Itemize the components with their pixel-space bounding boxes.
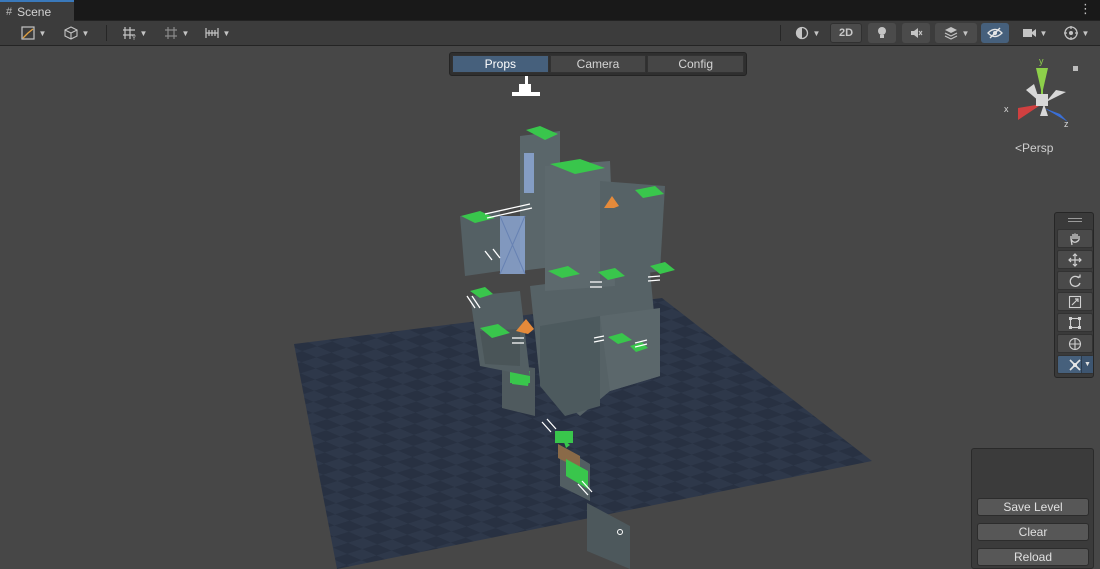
transform-tool-button[interactable]	[1057, 334, 1093, 353]
lighting-button[interactable]	[868, 23, 896, 43]
x-axis-label: x	[1004, 104, 1009, 114]
chevron-down-icon: ▼	[961, 28, 970, 38]
grid-visibility-button[interactable]: Y ▼	[116, 23, 152, 43]
draw-mode-icon	[20, 26, 35, 40]
camera-prop	[512, 76, 540, 96]
chevron-down-icon: ▼	[1039, 28, 1048, 38]
window-tab-bar: # Scene ⋮	[0, 0, 1100, 22]
z-axis-label: z	[1064, 119, 1069, 129]
chevron-down-icon: ▼	[1081, 28, 1090, 38]
hand-icon	[1070, 233, 1080, 245]
render-mode-icon	[795, 26, 808, 40]
tab-camera[interactable]: Camera	[549, 55, 647, 73]
tab-props[interactable]: Props	[452, 55, 549, 73]
scale-tool-button[interactable]	[1057, 292, 1093, 311]
increment-snap-icon	[164, 27, 177, 39]
chevron-down-icon: ▼	[222, 28, 231, 38]
chevron-down-icon: ▼	[81, 28, 90, 38]
scene-render	[294, 76, 872, 569]
rect-tool-button[interactable]	[1057, 313, 1093, 332]
draw-mode-button[interactable]: ▼	[14, 23, 52, 43]
scale-icon	[1068, 295, 1082, 308]
gizmos-button[interactable]: ▼	[1057, 23, 1095, 43]
chevron-down-icon: ▼	[812, 28, 821, 38]
y-axis-cone[interactable]	[1036, 68, 1048, 94]
chevron-down-icon: ▼	[38, 28, 47, 38]
clear-button[interactable]: Clear	[977, 523, 1089, 541]
chevron-down-icon: ▼	[139, 28, 148, 38]
toolbar-separator	[106, 25, 107, 41]
scene-tab[interactable]: # Scene	[0, 0, 74, 22]
toolbar-separator	[780, 25, 781, 41]
scene-viewport[interactable]: Props Camera Config y x z <Persp ▼	[0, 46, 1100, 569]
hash-icon: #	[6, 6, 13, 18]
scene-toolbar: ▼ ▼ Y ▼ ▼ ▼ ▼ 2D ▼ ▼ ▼	[0, 21, 1100, 46]
effects-icon	[944, 27, 957, 40]
gizmos-icon	[1063, 26, 1078, 40]
hand-tool-button[interactable]	[1057, 229, 1093, 248]
effects-button[interactable]: ▼	[935, 23, 977, 43]
rotate-tool-button[interactable]	[1057, 271, 1093, 290]
audio-button[interactable]	[902, 23, 930, 43]
grid-snap-icon: Y	[122, 27, 136, 41]
projection-label: Persp	[1022, 141, 1054, 155]
transform-icon	[1068, 337, 1082, 350]
audio-icon	[911, 28, 923, 38]
hidden-objects-button[interactable]	[981, 23, 1009, 43]
scene-tab-label: Scene	[17, 5, 52, 19]
increment-snapping-button[interactable]: ▼	[199, 23, 235, 43]
reload-button[interactable]: Reload	[977, 548, 1089, 566]
camera-button[interactable]: ▼	[1014, 23, 1054, 43]
lighting-icon	[878, 27, 886, 38]
ruler-icon	[204, 28, 219, 38]
drag-handle-icon[interactable]	[1068, 218, 1082, 222]
move-icon	[1068, 252, 1082, 267]
tools-palette: ▼	[1054, 212, 1094, 378]
y-axis-label: y	[1039, 56, 1044, 66]
hidden-objects-icon	[987, 27, 1003, 39]
save-level-button[interactable]: Save Level	[977, 498, 1089, 516]
projection-toggle[interactable]: <Persp	[1015, 141, 1053, 155]
shading-icon	[63, 26, 78, 40]
rect-icon	[1069, 316, 1081, 329]
persp-icon: <	[1015, 141, 1023, 155]
rotate-icon	[1069, 274, 1081, 287]
grid-snapping-button[interactable]: ▼	[158, 23, 194, 43]
tab-menu-icon[interactable]: ⋮	[1079, 2, 1092, 16]
x-axis-cone[interactable]	[1018, 104, 1042, 120]
tab-config[interactable]: Config	[647, 55, 745, 73]
custom-tool-icon	[1069, 358, 1081, 371]
mode-tabs: Props Camera Config	[449, 52, 747, 76]
2d-toggle-button[interactable]: 2D	[830, 23, 862, 43]
svg-text:Y: Y	[132, 36, 136, 41]
chevron-down-icon: ▼	[181, 28, 190, 38]
shading-button[interactable]: ▼	[57, 23, 95, 43]
camera-icon	[1022, 29, 1036, 37]
level-panel: Save Level Clear Reload	[971, 448, 1094, 569]
move-tool-button[interactable]	[1057, 250, 1093, 269]
render-mode-button[interactable]: ▼	[788, 23, 826, 43]
custom-tool-button[interactable]: ▼	[1057, 355, 1093, 374]
chevron-down-icon[interactable]: ▼	[1081, 356, 1093, 373]
